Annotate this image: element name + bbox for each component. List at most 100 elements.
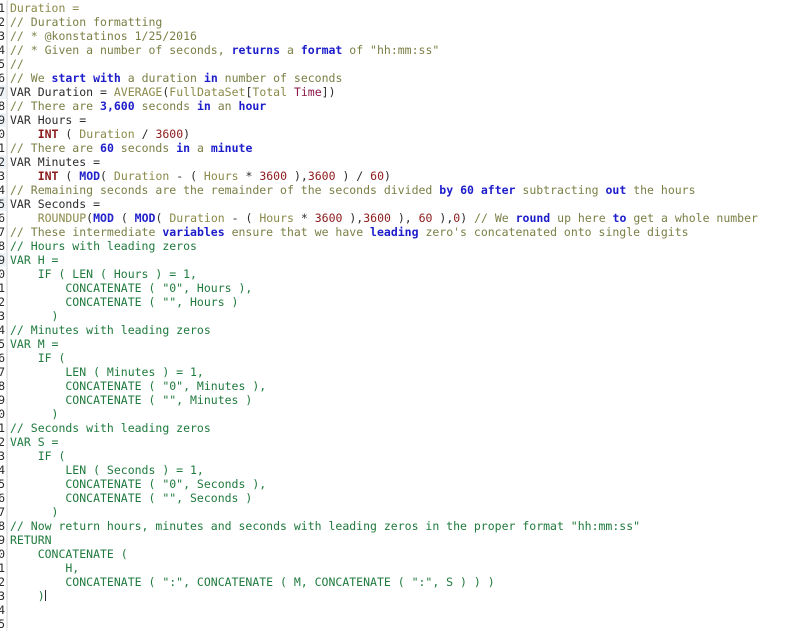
code-text[interactable]: // There are 60 seconds in a minute: [7, 141, 252, 155]
code-text[interactable]: VAR Minutes =: [7, 155, 100, 169]
code-text[interactable]: // Minutes with leading zeros: [7, 323, 211, 337]
code-text[interactable]: CONCATENATE ( "0", Minutes ),: [7, 379, 266, 393]
code-line[interactable]: 43 ): [0, 589, 791, 603]
code-text[interactable]: ): [7, 407, 59, 421]
code-token: IF (: [10, 351, 66, 365]
code-text[interactable]: ): [7, 505, 59, 519]
code-line[interactable]: 16 ROUNDUP(MOD ( MOD( Duration - ( Hours…: [0, 211, 791, 225]
line-number: 8: [0, 99, 7, 113]
code-line[interactable]: 45: [0, 617, 791, 631]
code-text[interactable]: //: [7, 57, 24, 71]
code-text[interactable]: // These intermediate variables ensure t…: [7, 225, 689, 239]
code-line[interactable]: 25VAR M =: [0, 337, 791, 351]
code-line[interactable]: 29 CONCATENATE ( "", Minutes ): [0, 393, 791, 407]
code-line[interactable]: 3// * @konstatinos 1/25/2016: [0, 29, 791, 43]
code-text[interactable]: CONCATENATE ( "", Hours ): [7, 295, 238, 309]
code-text[interactable]: IF ( LEN ( Hours ) = 1,: [7, 267, 197, 281]
code-line[interactable]: 8// There are 3,600 seconds in an hour: [0, 99, 791, 113]
code-text[interactable]: // Hours with leading zeros: [7, 239, 197, 253]
code-text[interactable]: CONCATENATE ( ":", CONCATENATE ( M, CONC…: [7, 575, 494, 589]
code-line[interactable]: 39RETURN: [0, 533, 791, 547]
code-text[interactable]: // There are 3,600 seconds in an hour: [7, 99, 266, 113]
code-line[interactable]: 38// Now return hours, minutes and secon…: [0, 519, 791, 533]
code-text[interactable]: // * @konstatinos 1/25/2016: [7, 29, 197, 43]
code-line[interactable]: 19VAR H =: [0, 253, 791, 267]
code-line[interactable]: 28 CONCATENATE ( "0", Minutes ),: [0, 379, 791, 393]
code-line[interactable]: 9VAR Hours =: [0, 113, 791, 127]
code-line[interactable]: 5//: [0, 57, 791, 71]
code-line[interactable]: 24// Minutes with leading zeros: [0, 323, 791, 337]
dax-formula-editor[interactable]: 1Duration =2// Duration formatting3// * …: [0, 0, 791, 631]
code-text[interactable]: CONCATENATE (: [7, 547, 128, 561]
code-line[interactable]: 20 IF ( LEN ( Hours ) = 1,: [0, 267, 791, 281]
code-line[interactable]: 37 ): [0, 505, 791, 519]
code-text[interactable]: ): [7, 589, 46, 603]
code-text[interactable]: INT ( Duration / 3600): [7, 127, 190, 141]
code-text[interactable]: VAR M =: [7, 337, 58, 351]
code-line[interactable]: 12VAR Minutes =: [0, 155, 791, 169]
code-line[interactable]: 36 CONCATENATE ( "", Seconds ): [0, 491, 791, 505]
code-line[interactable]: 4// * Given a number of seconds, returns…: [0, 43, 791, 57]
code-text[interactable]: // Remaining seconds are the remainder o…: [7, 183, 696, 197]
code-text[interactable]: IF (: [7, 449, 66, 463]
code-text[interactable]: ): [7, 309, 59, 323]
code-line[interactable]: 42 CONCATENATE ( ":", CONCATENATE ( M, C…: [0, 575, 791, 589]
code-line[interactable]: 26 IF (: [0, 351, 791, 365]
code-token: ): [183, 127, 191, 141]
code-lines-container[interactable]: 1Duration =2// Duration formatting3// * …: [0, 0, 791, 631]
code-token: CONCATENATE ( "0", Minutes ),: [10, 379, 267, 393]
code-text[interactable]: INT ( MOD( Duration - ( Hours * 3600 ),3…: [7, 169, 391, 183]
code-line[interactable]: 34 LEN ( Seconds ) = 1,: [0, 463, 791, 477]
code-text[interactable]: CONCATENATE ( "0", Seconds ),: [7, 477, 266, 491]
code-line[interactable]: 2// Duration formatting: [0, 15, 791, 29]
code-text[interactable]: H,: [7, 561, 79, 575]
code-line[interactable]: 33 IF (: [0, 449, 791, 463]
code-line[interactable]: 17// These intermediate variables ensure…: [0, 225, 791, 239]
code-line[interactable]: 30 ): [0, 407, 791, 421]
code-text[interactable]: CONCATENATE ( "", Minutes ): [7, 393, 252, 407]
code-text[interactable]: VAR Hours =: [7, 113, 86, 127]
code-text[interactable]: CONCATENATE ( "0", Hours ),: [7, 281, 252, 295]
code-line[interactable]: 22 CONCATENATE ( "", Hours ): [0, 295, 791, 309]
code-text[interactable]: VAR H =: [7, 253, 58, 267]
code-line[interactable]: 1Duration =: [0, 1, 791, 15]
code-line[interactable]: 13 INT ( MOD( Duration - ( Hours * 3600 …: [0, 169, 791, 183]
code-line[interactable]: 27 LEN ( Minutes ) = 1,: [0, 365, 791, 379]
code-text[interactable]: // Now return hours, minutes and seconds…: [7, 519, 640, 533]
line-number: 43: [0, 589, 7, 603]
code-text[interactable]: // We start with a duration in number of…: [7, 71, 342, 85]
code-line[interactable]: 35 CONCATENATE ( "0", Seconds ),: [0, 477, 791, 491]
code-text[interactable]: VAR Duration = AVERAGE(FullDataSet[Total…: [7, 85, 336, 99]
code-line[interactable]: 32VAR S =: [0, 435, 791, 449]
code-token: - (: [169, 169, 204, 183]
code-line[interactable]: 31// Seconds with leading zeros: [0, 421, 791, 435]
code-line[interactable]: 23 ): [0, 309, 791, 323]
code-line[interactable]: 10 INT ( Duration / 3600): [0, 127, 791, 141]
line-number: 17: [0, 225, 7, 239]
code-line[interactable]: 6// We start with a duration in number o…: [0, 71, 791, 85]
code-line[interactable]: 44: [0, 603, 791, 617]
code-line[interactable]: 40 CONCATENATE (: [0, 547, 791, 561]
code-line[interactable]: 18// Hours with leading zeros: [0, 239, 791, 253]
code-text[interactable]: VAR Seconds =: [7, 197, 100, 211]
code-text[interactable]: VAR S =: [7, 435, 58, 449]
code-text[interactable]: LEN ( Minutes ) = 1,: [7, 365, 204, 379]
code-line[interactable]: 11// There are 60 seconds in a minute: [0, 141, 791, 155]
code-text[interactable]: Duration =: [7, 1, 79, 15]
code-text[interactable]: RETURN: [7, 533, 52, 547]
code-line[interactable]: 14// Remaining seconds are the remainder…: [0, 183, 791, 197]
code-text[interactable]: // Seconds with leading zeros: [7, 421, 211, 435]
code-text[interactable]: LEN ( Seconds ) = 1,: [7, 463, 204, 477]
code-text[interactable]: CONCATENATE ( "", Seconds ): [7, 491, 252, 505]
code-token: format: [300, 43, 343, 57]
code-line[interactable]: 21 CONCATENATE ( "0", Hours ),: [0, 281, 791, 295]
code-line[interactable]: 41 H,: [0, 561, 791, 575]
code-text[interactable]: ROUNDUP(MOD ( MOD( Duration - ( Hours * …: [7, 211, 758, 225]
code-line[interactable]: 15VAR Seconds =: [0, 197, 791, 211]
code-text[interactable]: // Duration formatting: [7, 15, 162, 29]
code-text[interactable]: IF (: [7, 351, 66, 365]
code-token: VAR Minutes =: [10, 155, 101, 169]
line-number: 3: [0, 29, 7, 43]
code-text[interactable]: // * Given a number of seconds, returns …: [7, 43, 439, 57]
code-line[interactable]: 7VAR Duration = AVERAGE(FullDataSet[Tota…: [0, 85, 791, 99]
